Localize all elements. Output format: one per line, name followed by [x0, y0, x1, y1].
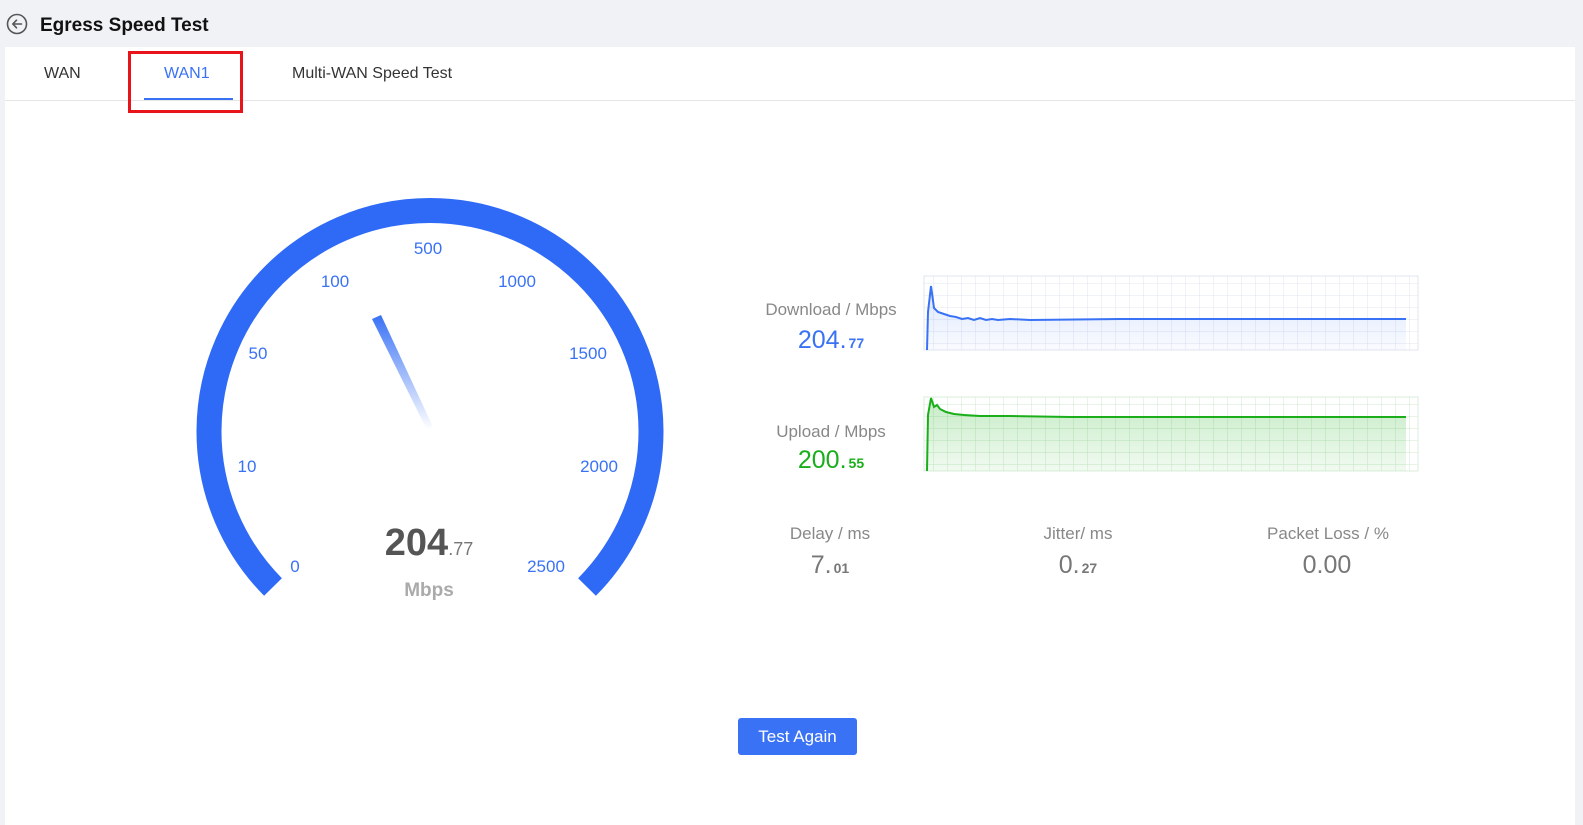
test-again-button[interactable]: Test Again	[738, 718, 857, 755]
upload-value-dec: 55	[848, 455, 865, 471]
delay-value: 7. 01	[760, 551, 900, 580]
delay-label: Delay / ms	[789, 524, 871, 543]
delay-value-dec: 01	[833, 560, 850, 576]
jitter-value-dec: 27	[1081, 560, 1098, 576]
download-value: 204. 77	[750, 326, 912, 355]
upload-label: Upload / Mbps	[776, 422, 886, 441]
upload-value: 200. 55	[750, 446, 912, 475]
download-label: Download / Mbps	[765, 300, 897, 319]
speed-gauge: 0 10 50 100 500 1000 1500 2000 2500 204.…	[196, 197, 664, 601]
tab-multi-wan-speed-test[interactable]: Multi-WAN Speed Test	[292, 65, 452, 83]
download-sparkline	[923, 275, 1419, 351]
gauge-tick-500: 500	[414, 239, 442, 258]
header-bar: Egress Speed Test	[0, 0, 1583, 47]
packet-loss-label: Packet Loss / %	[1267, 524, 1389, 543]
download-value-int: 204.	[797, 326, 847, 354]
jitter-value-int: 0.	[1058, 551, 1080, 579]
jitter-label: Jitter/ ms	[1043, 524, 1113, 543]
gauge-tick-1000: 1000	[498, 272, 536, 291]
gauge-unit: Mbps	[404, 580, 454, 601]
delay-value-int: 7.	[810, 551, 832, 579]
gauge-tick-2500: 2500	[527, 557, 565, 576]
gauge-needle	[372, 315, 433, 430]
jitter-value: 0. 27	[1008, 551, 1148, 580]
page-title: Egress Speed Test	[40, 15, 209, 36]
gauge-tick-2000: 2000	[580, 457, 618, 476]
gauge-tick-0: 0	[290, 557, 299, 576]
svg-text:204.77: 204.77	[385, 522, 473, 564]
download-value-dec: 77	[848, 335, 865, 351]
gauge-tick-10: 10	[238, 457, 257, 476]
upload-sparkline	[923, 396, 1419, 472]
gauge-tick-100: 100	[321, 272, 349, 291]
highlight-box	[128, 51, 243, 113]
gauge-value-int: 204	[385, 522, 448, 564]
gauge-value-dec: .77	[448, 539, 473, 559]
upload-value-int: 200.	[797, 446, 847, 474]
gauge-tick-1500: 1500	[569, 344, 607, 363]
tab-wan[interactable]: WAN	[44, 65, 81, 83]
back-arrow-icon[interactable]	[6, 13, 28, 35]
gauge-tick-50: 50	[249, 344, 268, 363]
packet-loss-value-int: 0.00	[1302, 551, 1352, 579]
packet-loss-value: 0.00	[1245, 551, 1411, 580]
